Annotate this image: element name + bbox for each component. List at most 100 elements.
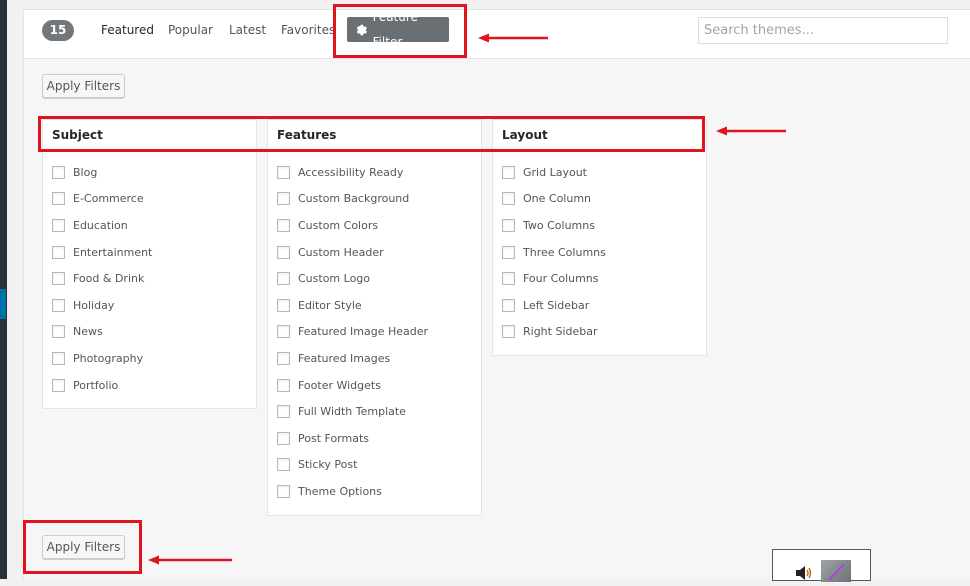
filter-group-subject: Subject Blog E-Commerce Education Entert… [42,119,257,409]
tab-latest[interactable]: Latest [229,21,266,39]
option-label: Four Columns [523,272,599,286]
tab-favorites[interactable]: Favorites [281,21,335,39]
option-label: Food & Drink [73,272,145,286]
checkbox[interactable] [502,325,515,339]
option-label: Holiday [73,298,115,312]
option-label: Theme Options [298,484,382,498]
filter-option-editor-style[interactable]: Editor Style [268,292,481,319]
filter-option-left-sidebar[interactable]: Left Sidebar [493,292,706,319]
option-label: Grid Layout [523,165,587,179]
annotation-arrow-2 [716,126,786,136]
checkbox[interactable] [52,192,65,206]
annotation-arrow-3 [148,555,232,565]
filter-option-food-drink[interactable]: Food & Drink [43,265,256,292]
filter-option-one-column[interactable]: One Column [493,186,706,213]
tab-featured[interactable]: Featured [101,21,154,39]
option-label: Editor Style [298,298,362,312]
filter-option-accessibility-ready[interactable]: Accessibility Ready [268,159,481,186]
checkbox[interactable] [52,298,65,312]
option-label: Sticky Post [298,458,358,472]
checkbox[interactable] [52,218,65,232]
filter-option-two-columns[interactable]: Two Columns [493,212,706,239]
theme-count-badge: 15 [42,20,74,41]
option-label: Left Sidebar [523,298,590,312]
filter-option-holiday[interactable]: Holiday [43,292,256,319]
option-label: Full Width Template [298,405,406,419]
checkbox[interactable] [52,351,65,365]
option-label: Custom Background [298,192,410,206]
filter-option-custom-logo[interactable]: Custom Logo [268,265,481,292]
option-label: Two Columns [523,218,595,232]
checkbox[interactable] [277,378,290,392]
checkbox[interactable] [502,298,515,312]
annotation-box-feature-filter [333,4,467,58]
annotation-box-filter-headers [38,116,705,152]
filter-option-grid-layout[interactable]: Grid Layout [493,159,706,186]
filter-option-featured-image-header[interactable]: Featured Image Header [268,319,481,346]
checkbox[interactable] [277,405,290,419]
filter-group-features: Features Accessibility Ready Custom Back… [267,119,482,516]
annotation-arrow-1 [478,33,548,43]
search-themes-input[interactable] [698,17,948,44]
checkbox[interactable] [277,431,290,445]
filter-option-education[interactable]: Education [43,212,256,239]
tab-popular[interactable]: Popular [168,21,213,39]
filter-option-featured-images[interactable]: Featured Images [268,345,481,372]
checkbox[interactable] [502,192,515,206]
option-label: Featured Image Header [298,325,429,339]
checkbox[interactable] [277,484,290,498]
checkbox[interactable] [277,298,290,312]
checkbox[interactable] [277,218,290,232]
option-label: One Column [523,192,592,206]
filter-option-e-commerce[interactable]: E-Commerce [43,186,256,213]
checkbox[interactable] [277,192,290,206]
option-label: Custom Colors [298,218,379,232]
filter-option-footer-widgets[interactable]: Footer Widgets [268,372,481,399]
filter-option-theme-options[interactable]: Theme Options [268,478,481,505]
checkbox[interactable] [52,272,65,286]
filter-option-custom-colors[interactable]: Custom Colors [268,212,481,239]
checkbox[interactable] [52,378,65,392]
checkbox[interactable] [502,272,515,286]
filter-option-news[interactable]: News [43,319,256,346]
option-label: Right Sidebar [523,325,598,339]
filter-option-entertainment[interactable]: Entertainment [43,239,256,266]
filter-option-blog[interactable]: Blog [43,159,256,186]
option-label: E-Commerce [73,192,144,206]
option-label: Education [73,218,128,232]
filter-option-custom-background[interactable]: Custom Background [268,186,481,213]
filter-option-portfolio[interactable]: Portfolio [43,372,256,399]
checkbox[interactable] [277,325,290,339]
option-label: News [73,325,103,339]
checkbox[interactable] [52,165,65,179]
option-label: Custom Header [298,245,384,259]
checkbox[interactable] [502,218,515,232]
apply-filters-button-top[interactable]: Apply Filters [42,74,125,98]
checkbox[interactable] [502,245,515,259]
filter-option-four-columns[interactable]: Four Columns [493,265,706,292]
filter-option-photography[interactable]: Photography [43,345,256,372]
filter-option-full-width-template[interactable]: Full Width Template [268,398,481,425]
option-label: Portfolio [73,378,119,392]
filter-option-right-sidebar[interactable]: Right Sidebar [493,319,706,346]
checkbox[interactable] [52,325,65,339]
checkbox[interactable] [277,245,290,259]
option-label: Post Formats [298,431,370,445]
option-label: Three Columns [523,245,606,259]
checkbox[interactable] [277,165,290,179]
option-label: Custom Logo [298,272,371,286]
checkbox[interactable] [52,245,65,259]
option-label: Blog [73,165,98,179]
checkbox[interactable] [277,458,290,472]
checkbox[interactable] [502,165,515,179]
filter-option-sticky-post[interactable]: Sticky Post [268,452,481,479]
option-label: Photography [73,351,144,365]
option-label: Footer Widgets [298,378,381,392]
filter-option-three-columns[interactable]: Three Columns [493,239,706,266]
filter-option-custom-header[interactable]: Custom Header [268,239,481,266]
filter-group-layout: Layout Grid Layout One Column Two Column… [492,119,707,356]
checkbox[interactable] [277,272,290,286]
option-label: Featured Images [298,351,391,365]
checkbox[interactable] [277,351,290,365]
filter-option-post-formats[interactable]: Post Formats [268,425,481,452]
